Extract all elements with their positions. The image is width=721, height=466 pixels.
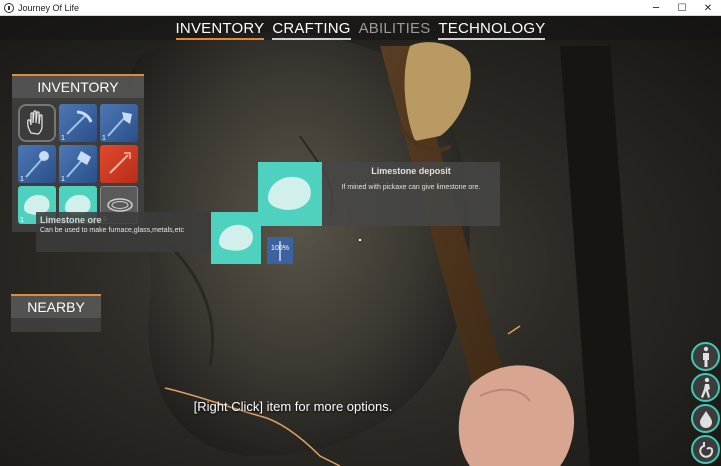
crosshair: [359, 239, 361, 241]
close-button[interactable]: ✕: [695, 0, 721, 16]
stand-icon: [702, 346, 709, 367]
slot-quantity: 1: [61, 135, 65, 142]
item-tooltip: Limestone ore Can be used to make furnac…: [36, 212, 212, 252]
slot-quantity: 1: [61, 176, 65, 183]
nearby-list: [11, 318, 101, 332]
minimize-button[interactable]: ─: [643, 0, 669, 16]
item-tooltip-name: Limestone ore: [40, 215, 102, 225]
tab-crafting[interactable]: CRAFTING: [272, 20, 351, 40]
stomach-icon: [698, 441, 713, 458]
item-tooltip-preview: [211, 212, 261, 264]
app-icon: [4, 2, 14, 13]
tab-technology[interactable]: TECHNOLOGY: [438, 20, 546, 40]
stand-button[interactable]: [691, 342, 720, 371]
water-drop-icon: [699, 410, 712, 428]
hand-icon: [26, 110, 43, 135]
slot-quantity: 1: [102, 135, 106, 142]
target-tooltip-description: If mined with pickaxe can give limestone…: [341, 184, 481, 191]
inventory-title: INVENTORY: [12, 74, 144, 98]
slot-quantity: 1: [20, 217, 24, 224]
walk-button[interactable]: [691, 373, 720, 402]
inventory-slot-hand[interactable]: [18, 104, 56, 142]
walk-icon: [700, 377, 710, 398]
menu-tabs: INVENTORY CRAFTING ABILITIES TECHNOLOGY: [0, 20, 721, 40]
inventory-slot-meat[interactable]: [100, 145, 138, 183]
target-tooltip-name: Limestone deposit: [371, 166, 451, 176]
drink-button[interactable]: [691, 404, 720, 433]
window-title: Journey Of Life: [18, 2, 80, 13]
durability-percent: 100%: [271, 245, 289, 252]
inventory-slot-axe[interactable]: 1: [100, 104, 138, 142]
hint-text: [Right Click] item for more options.: [193, 399, 393, 414]
nearby-title[interactable]: NEARBY: [11, 294, 101, 318]
target-tooltip: Limestone deposit If mined with pickaxe …: [322, 162, 500, 226]
hunger-button[interactable]: [691, 435, 720, 464]
inventory-slot-torch[interactable]: 1: [18, 145, 56, 183]
window-titlebar: Journey Of Life ─ ☐ ✕: [0, 0, 721, 16]
held-tool-head: [404, 42, 471, 141]
durability-indicator: 100%: [267, 237, 293, 264]
item-tooltip-description: Can be used to make furnace,glass,metals…: [40, 227, 184, 234]
limestone-deposit-icon: [268, 176, 311, 210]
inventory-slot-pickaxe[interactable]: 1: [59, 104, 97, 142]
limestone-ore-icon: [219, 224, 253, 251]
inventory-slot-stone-hammer[interactable]: 1: [59, 145, 97, 183]
slot-quantity: 1: [20, 176, 24, 183]
maximize-button[interactable]: ☐: [669, 0, 695, 16]
target-preview: [258, 162, 322, 226]
tab-inventory[interactable]: INVENTORY: [175, 20, 265, 40]
tab-abilities[interactable]: ABILITIES: [359, 20, 431, 40]
window-controls: ─ ☐ ✕: [643, 0, 721, 16]
meat-icon: [109, 152, 131, 174]
